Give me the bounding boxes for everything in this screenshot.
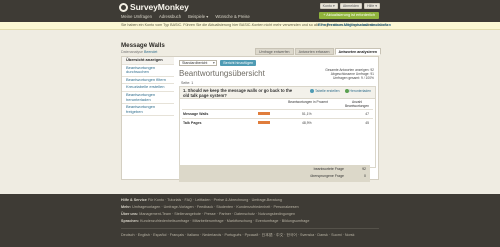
total-skipped-label: übersprungene Frage: [310, 174, 344, 178]
sidebar-item-overview[interactable]: Übersicht anzeigen: [122, 57, 174, 65]
column-header-count: Anzahl Beantwortungen: [344, 100, 369, 108]
column-header-percent: Beantwortungen in Prozent: [288, 100, 328, 104]
footer-row-templates: Sprachen: Kundenzufriedenheitsumfrage · …: [121, 219, 309, 223]
language-links[interactable]: Deutsch · English · Español · Français ·…: [121, 233, 355, 237]
footer-head: Hilfe & Service: [121, 198, 147, 202]
analyze-main: Standardbericht ▼ Bericht hinzufügen Bea…: [177, 57, 378, 182]
response-stats: Gesamte Antworten anzeigen: 92 Abgeschlo…: [325, 68, 374, 80]
add-report-button[interactable]: Bericht hinzufügen: [220, 60, 257, 66]
survey-meta: Datenanalyse Beendet: [121, 50, 157, 54]
logout-link[interactable]: Abmelden: [339, 3, 362, 9]
report-select[interactable]: Standardbericht ▼: [179, 60, 218, 66]
download-link[interactable]: Herunterladen: [344, 89, 372, 93]
footer-links[interactable]: Für Konto · Tutorials · FAQ · Leitfaden …: [148, 198, 282, 202]
create-table-label: Tabelle erstellen: [314, 89, 340, 93]
page-title: Beantwortungsübersicht: [179, 69, 265, 78]
answer-percent: 51,1%: [302, 112, 312, 116]
answer-label: Talk Pages: [183, 121, 202, 125]
sidebar-item-crosstab[interactable]: Kreuztabelle erstellen: [122, 84, 174, 92]
tab-design[interactable]: Umfrage entwerfen: [255, 48, 294, 55]
download-icon: [344, 89, 349, 93]
account-links: Konto ▾ Abmelden Hilfe ▾: [319, 3, 380, 9]
footer-divider: [121, 228, 379, 229]
upgrade-button[interactable]: + Aktualisierung ist erforderlich: [319, 12, 379, 19]
tab-collect[interactable]: Antworten erfassen: [294, 48, 334, 55]
survey-title: Message Walls: [121, 42, 165, 49]
sidebar-item-browse[interactable]: Beantwortungen durchsuchen: [122, 65, 174, 77]
table-row: Message Walls 51,1% 47: [182, 109, 373, 117]
footer: Hilfe & Service Für Konto · Tutorials · …: [0, 194, 500, 247]
account-menu[interactable]: Konto ▾: [319, 3, 338, 9]
footer-links[interactable]: Management-Team · Stellenangebote · Pres…: [139, 212, 295, 216]
survey-meta-label: Datenanalyse: [121, 50, 143, 54]
sidebar-item-download[interactable]: Beantwortungen herunterladen: [122, 92, 174, 105]
answer-percent: 48,9%: [302, 121, 312, 125]
tab-analyze[interactable]: Antworten analysieren: [334, 48, 382, 55]
question-text: 1. Should we keep the message walls or g…: [183, 88, 293, 98]
table-row: Talk Pages 48,9% 45: [182, 118, 373, 126]
footer-row-languages: Deutsch · English · Español · Français ·…: [121, 233, 355, 238]
survey-status-link[interactable]: Beendet: [144, 50, 157, 54]
survey-tabs: Umfrage entwerfen Antworten erfassen Ant…: [255, 48, 382, 55]
footer-head: Mehr:: [121, 205, 132, 209]
logo[interactable]: SurveyMonkey: [119, 2, 189, 12]
question-summary: 1. Should we keep the message walls or g…: [179, 86, 376, 168]
help-menu[interactable]: Hilfe ▾: [364, 3, 380, 9]
sidebar-item-filter[interactable]: Beantwortungen filtern: [122, 77, 174, 85]
answer-bar: [258, 112, 271, 115]
logo-icon: [119, 2, 128, 12]
nav-examples[interactable]: Beispiele ▾: [188, 14, 208, 19]
report-toolbar: Standardbericht ▼ Bericht hinzufügen: [179, 60, 257, 66]
download-label: Herunterladen: [349, 89, 372, 93]
answer-label: Message Walls: [183, 112, 209, 116]
footer-links[interactable]: Kundenzufriedenheitsumfrage · Mitarbeite…: [140, 219, 309, 223]
top-header: SurveyMonkey Meine Umfragen Adressbuch B…: [0, 0, 500, 22]
footer-head: Sprachen:: [121, 219, 140, 223]
page-label: Seite: 1: [181, 81, 194, 85]
main-nav: Meine Umfragen Adressbuch Beispiele ▾ Wü…: [121, 14, 250, 19]
report-select-value: Standardbericht: [182, 61, 208, 65]
sidebar-item-share[interactable]: Beantwortungen freigeben: [122, 104, 174, 117]
nav-pricing[interactable]: Wünsche & Preise: [215, 14, 249, 19]
chevron-down-icon: ▼: [212, 61, 216, 65]
total-skipped-value: 0: [364, 174, 366, 178]
answer-totals: beantwortete Frage 92 übersprungene Frag…: [179, 165, 370, 182]
footer-row-help: Hilfe & Service Für Konto · Tutorials · …: [121, 198, 282, 202]
promo-link[interactable]: Eine Premium-Mitgliedschaft abschließen: [318, 23, 391, 27]
footer-links[interactable]: Umfragevorlagen · Umfrage-Vorlagen · Fee…: [132, 205, 299, 209]
question-actions: Tabelle erstellen Herunterladen: [309, 89, 372, 93]
table-icon: [309, 89, 314, 93]
logo-text: SurveyMonkey: [130, 2, 189, 12]
total-answered-value: 92: [362, 167, 366, 171]
nav-my-surveys[interactable]: Meine Umfragen: [121, 14, 152, 19]
answer-count: 45: [365, 121, 369, 125]
analyze-sidebar: Übersicht anzeigen Beantwortungen durchs…: [122, 57, 174, 179]
answer-count: 47: [365, 112, 369, 116]
nav-address-book[interactable]: Adressbuch: [159, 14, 181, 19]
stat-surveys: Umfragen gesamt: 9 / 100%: [332, 75, 374, 80]
footer-row-about: Über uns: Management-Team · Stellenangeb…: [121, 212, 295, 216]
footer-row-more: Mehr: Umfragevorlagen · Umfrage-Vorlagen…: [121, 205, 299, 209]
create-table-link[interactable]: Tabelle erstellen: [309, 89, 340, 93]
question-header: 1. Should we keep the message walls or g…: [180, 87, 375, 99]
answer-bar: [258, 121, 270, 124]
promo-banner: Sie haben ein Konto vom Typ BASIC. Führe…: [0, 22, 500, 30]
footer-head: Über uns:: [121, 212, 139, 216]
total-answered-label: beantwortete Frage: [313, 167, 344, 171]
